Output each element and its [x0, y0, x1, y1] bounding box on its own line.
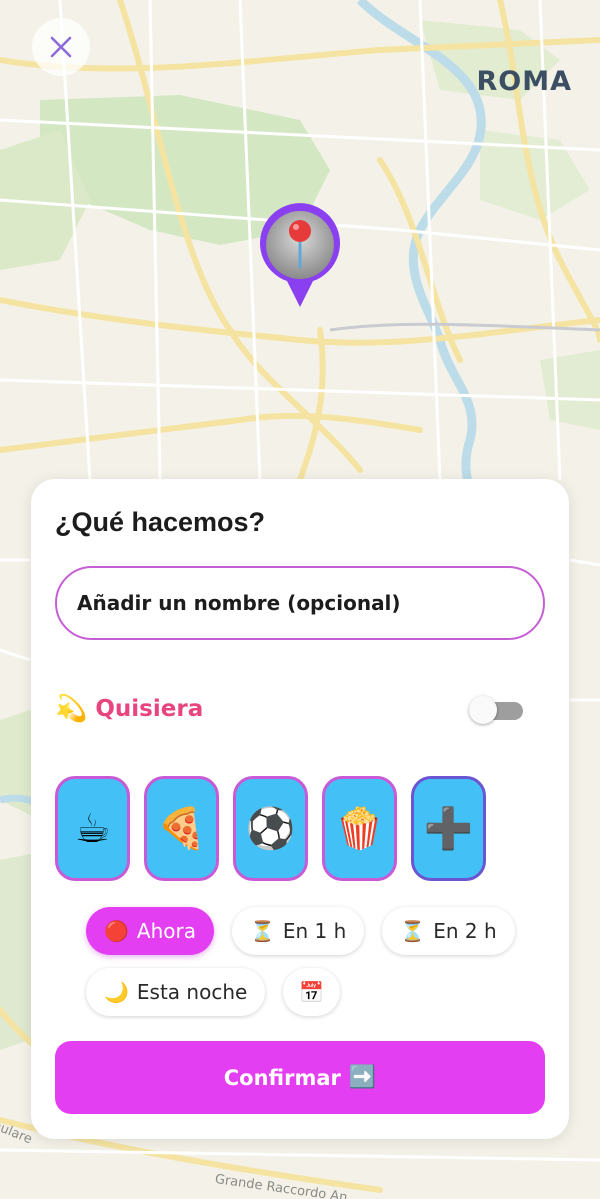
- plus-icon: ➕: [423, 806, 474, 852]
- confirm-label: Confirmar: [223, 1065, 341, 1090]
- close-icon: [50, 36, 72, 58]
- red-circle-icon: 🔴: [104, 919, 129, 943]
- add-activity-button[interactable]: ➕: [411, 776, 486, 881]
- time-chip-label: Esta noche: [136, 980, 248, 1004]
- activity-soccer[interactable]: ⚽: [233, 776, 308, 881]
- time-chip-1h[interactable]: ⏳ En 1 h: [231, 907, 365, 955]
- close-button[interactable]: [32, 18, 90, 76]
- dizzy-icon: 💫: [55, 694, 88, 724]
- time-chips: 🔴 Ahora ⏳ En 1 h ⏳ En 2 h 🌙 Esta noche 📅: [86, 907, 526, 1029]
- activity-coffee[interactable]: ☕: [55, 776, 130, 881]
- wish-row: 💫 Quisiera: [55, 687, 203, 731]
- date-picker-chip[interactable]: 📅: [283, 968, 341, 1016]
- activity-cinema[interactable]: 🍿: [322, 776, 397, 881]
- wish-toggle[interactable]: [469, 696, 525, 724]
- coffee-icon: ☕: [74, 805, 111, 852]
- hourglass-icon: ⏳: [249, 919, 275, 943]
- wish-label: Quisiera: [95, 696, 204, 722]
- activity-sheet: ¿Qué hacemos? 💫 Quisiera ☕ 🍕 ⚽ 🍿 ➕ 🔴 Aho…: [31, 479, 569, 1139]
- hourglass-icon: ⏳: [400, 919, 426, 943]
- time-chip-label: En 1 h: [282, 919, 347, 943]
- time-chip-label: En 2 h: [433, 919, 497, 943]
- time-chip-tonight[interactable]: 🌙 Esta noche: [86, 968, 266, 1016]
- popcorn-icon: 🍿: [334, 806, 385, 852]
- sheet-title: ¿Qué hacemos?: [55, 507, 266, 537]
- name-input[interactable]: [55, 566, 545, 640]
- activity-pizza[interactable]: 🍕: [144, 776, 219, 881]
- time-chip-2h[interactable]: ⏳ En 2 h: [382, 907, 515, 955]
- map-pin-icon: [260, 203, 340, 307]
- pizza-icon: 🍕: [156, 806, 207, 852]
- time-chip-now[interactable]: 🔴 Ahora: [86, 907, 214, 955]
- toggle-knob: [469, 696, 497, 724]
- crescent-moon-icon: 🌙: [104, 980, 129, 1004]
- calendar-icon: 📅: [299, 980, 325, 1004]
- time-chip-label: Ahora: [136, 919, 196, 943]
- location-marker[interactable]: [257, 203, 343, 309]
- activity-grid: ☕ 🍕 ⚽ 🍿 ➕: [55, 776, 500, 881]
- soccer-ball-icon: ⚽: [245, 806, 296, 852]
- arrow-right-icon: ➡️: [348, 1065, 377, 1090]
- confirm-button[interactable]: Confirmar ➡️: [55, 1041, 545, 1114]
- city-label: ROMA: [476, 66, 572, 97]
